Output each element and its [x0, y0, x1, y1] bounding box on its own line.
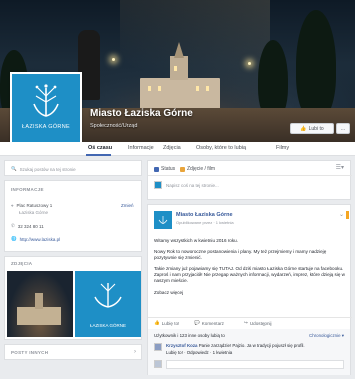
post-text-line3: Takie zmiany już pojawiamy się TUTAJ. Od… [154, 266, 345, 283]
photos-header: ZDJĘCIA [11, 261, 33, 266]
posts-header: POSTY INNYCH [11, 350, 49, 355]
active-tab-indicator [86, 154, 111, 156]
comment-icon: 💬 [194, 320, 200, 325]
profile-picture[interactable]: ŁAZISKA GÓRNE [10, 72, 82, 144]
globe-icon: 🌐 [11, 236, 17, 241]
cover-tree [296, 10, 336, 120]
avatar [154, 181, 162, 189]
composer-photo-tab[interactable]: Zdjęcie / film [180, 166, 215, 172]
comment-input[interactable] [166, 360, 344, 369]
comment: Krzysztof Koza Panie zarządzie! Pajzio. … [166, 343, 346, 348]
thumbs-up-icon: 👍 [300, 125, 307, 132]
comment-meta[interactable]: Lubię to! · Odpowiedz · 1 kwietnia [166, 350, 346, 355]
avatar[interactable] [154, 343, 162, 351]
thumbs-up-icon: 👍 [154, 320, 160, 325]
address-city: Łaziska Górne [19, 210, 49, 215]
composer-panel: Status Zdjęcie / film ☰▾ Napisz coś na t… [147, 160, 352, 200]
logo-text: ŁAZISKA GÓRNE [22, 124, 70, 130]
edit-address-link[interactable]: Zmień [121, 203, 134, 208]
info-header: INFORMACJE [11, 187, 44, 192]
page-category: Społeczność/Urząd [90, 123, 138, 129]
comment-text: Panie zarządzie! Pajzio. Ja w tradycji p… [198, 343, 305, 348]
post-timestamp[interactable]: Opublikowane przez · 1 kwietnia [176, 220, 234, 225]
chevron-right-icon[interactable]: › [134, 349, 136, 355]
like-page-button[interactable]: 👍 Lubi to [290, 123, 334, 134]
post-author[interactable]: Miasto Łaziska Górne [176, 212, 233, 218]
about-panel: INFORMACJE ⌖ Plac Ratuszowy 1 Łaziska Gó… [4, 180, 142, 252]
photo-thumbnail-night[interactable] [7, 271, 73, 337]
tab-timeline[interactable]: Oś czasu [88, 145, 112, 151]
post-menu-icon[interactable]: ⌄ [339, 211, 344, 218]
comment-author[interactable]: Krzysztof Koza [166, 343, 197, 348]
composer-menu-icon[interactable]: ☰▾ [336, 164, 344, 171]
photos-panel: ZDJĘCIA ŁAZISKA GÓRNE [4, 256, 142, 340]
search-posts-input[interactable]: 🔍 Szukaj postów na tej stronie [11, 166, 76, 172]
post-text-line2: Nowy Rok to noworoczne postanowienia i p… [154, 249, 327, 260]
cover-lamp [112, 58, 115, 61]
location-pin-icon: ⌖ [11, 203, 14, 208]
post-actions: 👍 Lubię to! 💬 Komentarz ↪ Udostępnij [148, 317, 352, 327]
like-button[interactable]: 👍 Lubię to! [154, 320, 179, 326]
phone-icon: ✆ [11, 223, 15, 228]
composer-input[interactable]: Napisz coś na tej stronie... [166, 183, 219, 188]
photo-thumbnail-logo[interactable]: ŁAZISKA GÓRNE [75, 271, 141, 337]
see-more-link[interactable]: Zobacz więcej [154, 290, 346, 296]
composer-status-tab[interactable]: Status [154, 166, 175, 172]
avatar[interactable] [154, 211, 172, 229]
city-logo-icon [158, 216, 168, 224]
tab-info[interactable]: Informacje [128, 145, 154, 151]
search-posts-panel: 🔍 Szukaj postów na tej stronie [4, 160, 142, 176]
logo-text: ŁAZISKA GÓRNE [89, 323, 126, 328]
cover-lamp [248, 62, 251, 65]
tab-likes[interactable]: Osoby, które to lubią [196, 145, 246, 151]
page-title: Miasto Łaziska Górne [90, 108, 193, 119]
website-row[interactable]: 🌐 http://www.laziska.pl [11, 236, 60, 242]
post-card: Miasto Łaziska Górne Opublikowane przez … [147, 204, 352, 375]
share-button[interactable]: ↪ Udostępnij [244, 320, 272, 326]
bookmark-icon [346, 211, 349, 219]
status-icon [154, 166, 159, 172]
posts-by-others-panel: POSTY INNYCH › [4, 344, 142, 360]
phone-row: ✆ 32 324 80 11 [11, 223, 44, 229]
post-text-line1: Witamy wszystkich w kwietniu 2016 roku. [154, 238, 238, 243]
city-logo-icon [33, 84, 59, 117]
share-icon: ↪ [244, 320, 248, 325]
city-logo-icon [94, 283, 122, 308]
sort-dropdown[interactable]: Chronologicznie ▾ [309, 333, 344, 339]
comments-section: Użytkownik i 123 inne osoby lubią to Chr… [148, 329, 350, 375]
comment-button[interactable]: 💬 Komentarz [194, 320, 224, 326]
chevron-down-icon: ▾ [341, 333, 344, 338]
camera-icon [180, 166, 185, 172]
address-row: ⌖ Plac Ratuszowy 1 [11, 203, 53, 208]
page-nav: Oś czasu Informacje Zdjęcia Osoby, które… [0, 142, 355, 156]
avatar[interactable] [154, 360, 162, 368]
tab-videos[interactable]: Filmy [276, 145, 289, 151]
tab-photos[interactable]: Zdjęcia [163, 145, 181, 151]
search-icon: 🔍 [11, 166, 17, 171]
more-options-button[interactable]: ... [336, 123, 350, 134]
